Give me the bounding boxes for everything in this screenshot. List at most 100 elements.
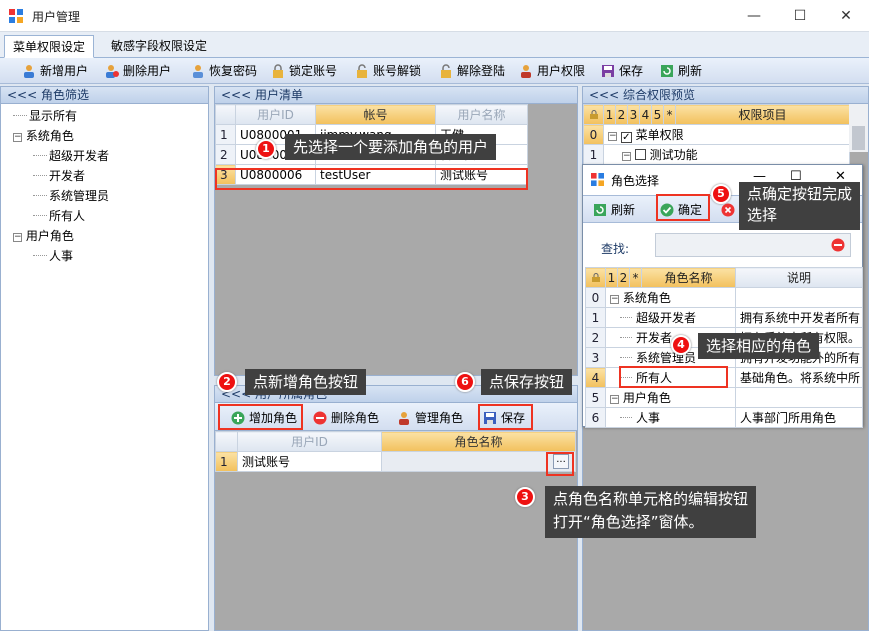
column-header[interactable]: 说明 <box>735 267 863 288</box>
step-callout: 点新增角色按钮 <box>245 369 367 395</box>
search-label: 查找: <box>601 242 630 256</box>
tree-node[interactable]: 超级开发者 <box>1 146 208 166</box>
clear-search-icon[interactable] <box>831 238 845 252</box>
delete-role-button[interactable]: 删除角色 <box>313 408 379 428</box>
column-header[interactable]: 帐号 <box>315 104 436 125</box>
unlock-account-button[interactable]: 账号解锁 <box>355 61 421 81</box>
user-id-cell[interactable]: 测试账号 <box>237 451 382 472</box>
tree-node-label: 开发者 <box>49 169 86 183</box>
collapse-icon[interactable]: − <box>610 395 619 404</box>
collapse-icon[interactable]: − <box>13 133 22 142</box>
role-filter-header[interactable]: <<< 角色筛选 <box>0 86 209 104</box>
role-name: 人事 <box>636 411 661 425</box>
highlight-selected-role-row <box>619 366 728 388</box>
row-number: 1 <box>215 451 238 472</box>
save-button[interactable]: 保存 <box>601 61 643 81</box>
level-header[interactable]: 1 <box>603 104 616 125</box>
level-header[interactable]: 5 <box>651 104 664 125</box>
refresh-button[interactable]: 刷新 <box>660 61 702 81</box>
permission-item[interactable]: − 测试功能 <box>603 144 850 165</box>
checkbox[interactable] <box>634 149 646 160</box>
delete-user-button[interactable]: 删除用户 <box>105 61 171 81</box>
column-header[interactable]: 用户名称 <box>435 104 528 125</box>
tree-node[interactable]: 显示所有 <box>1 106 208 126</box>
collapse-icon[interactable]: − <box>13 233 22 242</box>
role-name-cell[interactable]: − 用户角色 <box>605 387 736 408</box>
role-name: 超级开发者 <box>636 311 697 325</box>
table-row[interactable]: 6 人事 人事部门所用角色 <box>585 407 863 428</box>
level-header[interactable]: 2 <box>615 104 628 125</box>
role-name-cell[interactable]: 人事 <box>605 407 736 428</box>
tree-node[interactable]: 系统管理员 <box>1 186 208 206</box>
dialog-refresh-button[interactable]: 刷新 <box>593 200 635 220</box>
tree-node[interactable]: − 用户角色 <box>1 226 208 246</box>
table-row[interactable]: 1 超级开发者 拥有系统中开发者所有 <box>585 307 863 328</box>
minus-circle-icon <box>313 411 327 425</box>
refresh-icon <box>594 204 606 216</box>
tree-node[interactable]: 所有人 <box>1 206 208 226</box>
row-number: 2 <box>215 144 236 165</box>
step-callout: 点角色名称单元格的编辑按钮 打开“角色选择”窗体。 <box>545 486 757 538</box>
release-login-button[interactable]: 解除登陆 <box>439 61 505 81</box>
tab-sensitive-field-permissions[interactable]: 敏感字段权限设定 <box>103 35 215 58</box>
collapse-icon[interactable]: − <box>622 152 631 161</box>
cancel-circle-icon <box>721 203 735 217</box>
level-header[interactable]: 4 <box>639 104 652 125</box>
user-list-header[interactable]: <<< 用户清单 <box>214 86 578 104</box>
tree-node[interactable]: 人事 <box>1 246 208 266</box>
tree-node-label: 超级开发者 <box>49 149 110 163</box>
level-header[interactable]: * <box>663 104 676 125</box>
column-header[interactable]: 角色名称 <box>381 431 576 452</box>
step-callout: 点保存按钮 <box>481 369 573 395</box>
permissions-preview-header[interactable]: <<< 综合权限预览 <box>582 86 869 104</box>
level-header[interactable]: 1 <box>605 267 618 288</box>
reset-password-button[interactable]: 恢复密码 <box>191 61 257 81</box>
maximize-button[interactable]: ☐ <box>777 0 823 32</box>
tab-menu-permissions[interactable]: 菜单权限设定 <box>4 35 95 58</box>
checkbox[interactable]: ✓ <box>620 132 632 143</box>
tree-node-label: 用户角色 <box>25 229 74 243</box>
column-header[interactable]: 角色名称 <box>641 267 736 288</box>
manage-roles-button[interactable]: 管理角色 <box>397 408 463 428</box>
role-description-cell[interactable] <box>735 387 863 408</box>
permission-item[interactable]: − ✓ 菜单权限 <box>603 124 850 145</box>
role-description-cell[interactable]: 拥有系统中开发者所有 <box>735 307 863 328</box>
table-row[interactable]: 5− 用户角色 <box>585 387 863 408</box>
user-roles-grid: 用户ID 角色名称 1 测试账号 ... <box>215 431 576 472</box>
step-callout: 先选择一个要添加角色的用户 <box>285 134 497 160</box>
add-user-button[interactable]: 新增用户 <box>22 61 88 81</box>
lock-column-header <box>583 104 604 125</box>
user-permissions-icon <box>521 65 531 78</box>
tree-node[interactable]: 开发者 <box>1 166 208 186</box>
tree-node[interactable]: − 系统角色 <box>1 126 208 146</box>
role-name-cell[interactable]: − 系统角色 <box>605 287 736 308</box>
level-header[interactable]: 3 <box>627 104 640 125</box>
column-header[interactable]: 用户ID <box>237 431 382 452</box>
close-button[interactable]: ✕ <box>823 0 869 32</box>
user-permissions-button[interactable]: 用户权限 <box>519 61 585 81</box>
minimize-button[interactable]: — <box>731 0 777 32</box>
column-header[interactable]: 用户ID <box>235 104 316 125</box>
highlight-save-roles-button <box>478 404 533 430</box>
lock-account-button[interactable]: 锁定账号 <box>271 61 337 81</box>
table-row[interactable]: 0− 系统角色 <box>585 287 863 308</box>
tree-node-label: 系统管理员 <box>49 189 110 203</box>
role-description-cell[interactable] <box>735 287 863 308</box>
column-header[interactable]: 权限项目 <box>675 104 850 125</box>
table-row[interactable]: 0 − ✓ 菜单权限 <box>583 124 850 145</box>
level-header[interactable]: 2 <box>617 267 630 288</box>
search-input[interactable] <box>655 233 851 257</box>
role-description-cell[interactable]: 人事部门所用角色 <box>735 407 863 428</box>
scrollbar[interactable] <box>849 104 868 152</box>
row-number: 2 <box>585 327 606 348</box>
collapse-icon[interactable]: − <box>608 132 617 141</box>
level-header[interactable]: * <box>629 267 642 288</box>
table-row[interactable]: 1 测试账号 ... <box>215 451 576 472</box>
tree-node-label: 系统角色 <box>25 129 74 143</box>
collapse-icon[interactable]: − <box>610 295 619 304</box>
delete-user-icon <box>106 65 119 78</box>
table-row[interactable]: 1 − 测试功能 <box>583 144 850 165</box>
role-name-cell[interactable]: 超级开发者 <box>605 307 736 328</box>
role-description-cell[interactable]: 基础角色。将系统中所 <box>735 367 863 388</box>
lock-icon <box>591 272 600 282</box>
